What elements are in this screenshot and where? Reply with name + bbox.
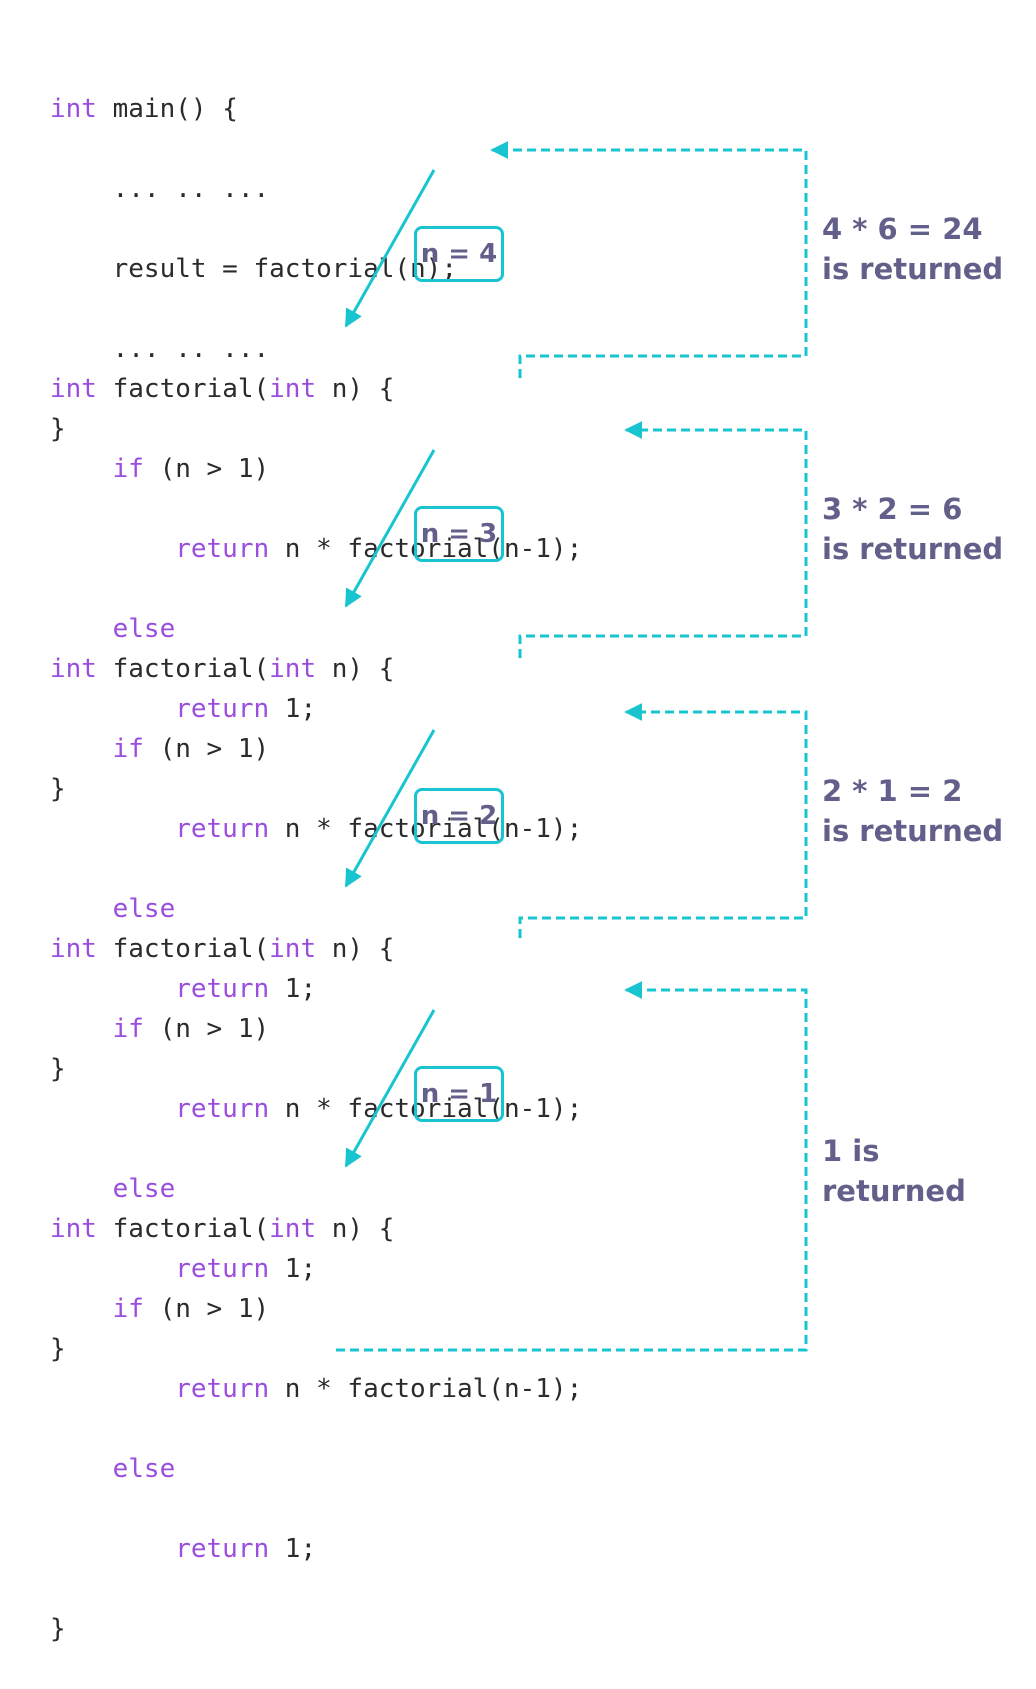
return-arrow — [490, 141, 808, 378]
call-arrow — [344, 449, 436, 608]
call-arrow — [344, 729, 436, 888]
return-arrow — [336, 981, 808, 1352]
return-arrow — [518, 421, 808, 658]
return-arrow — [518, 703, 808, 938]
arrows-layer — [336, 141, 808, 1352]
code-line: return 1; — [50, 1534, 317, 1564]
call-arrow — [344, 169, 436, 328]
call-arrow — [344, 1009, 436, 1168]
code-line: } — [50, 1614, 66, 1644]
